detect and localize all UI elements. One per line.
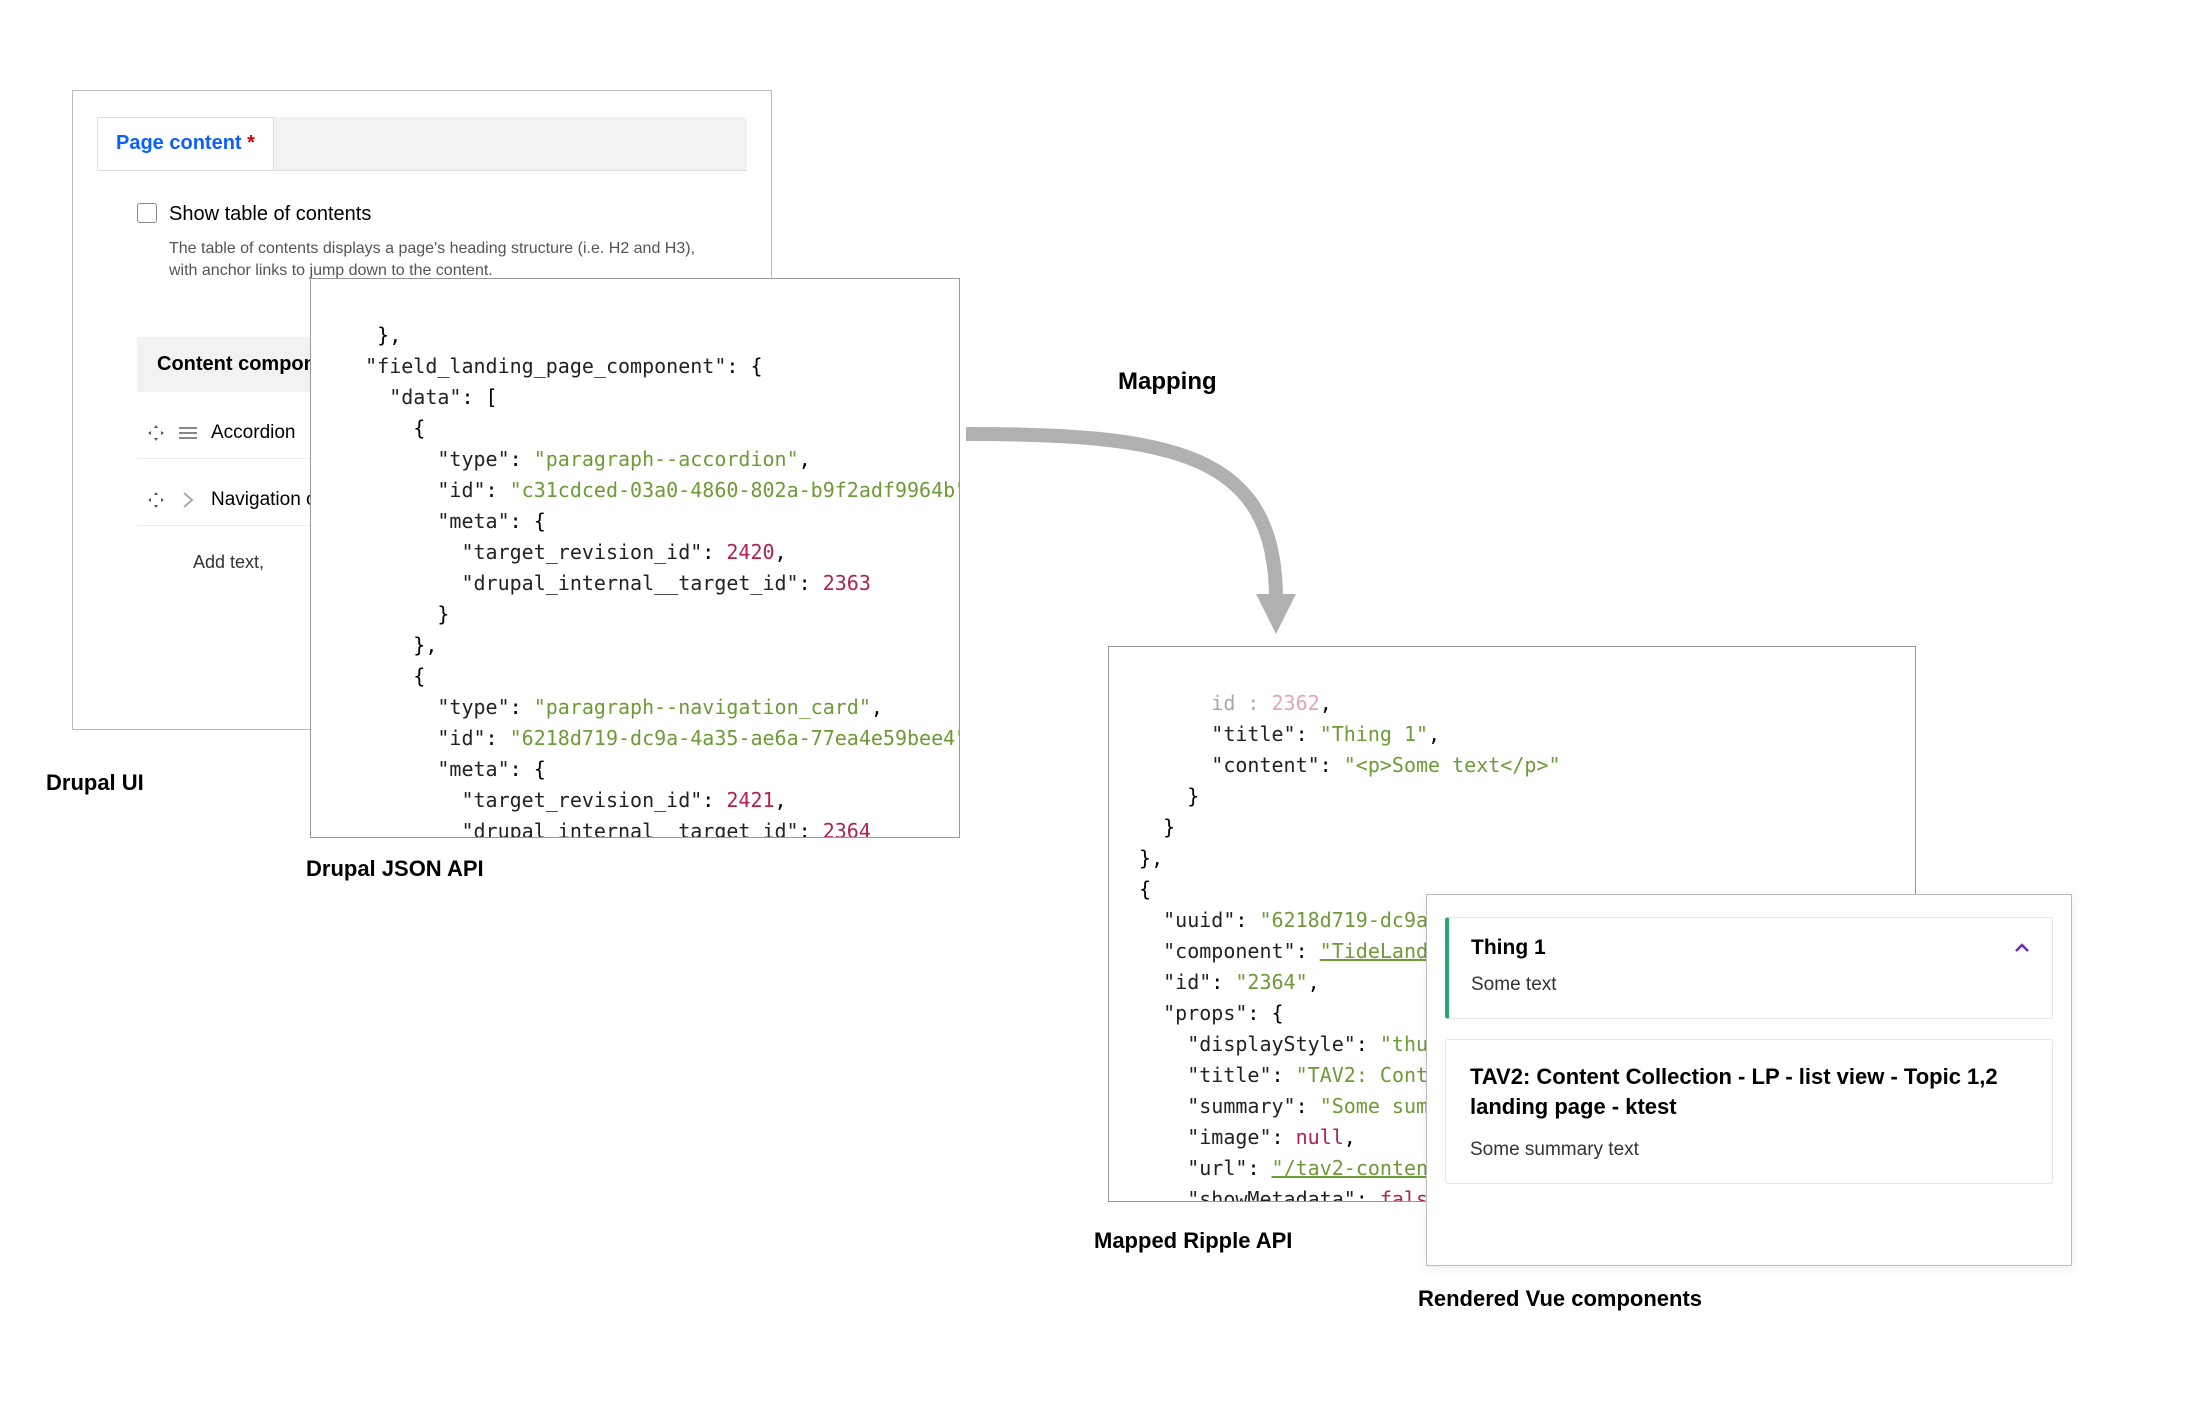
move-icon[interactable]: [147, 424, 165, 442]
nav-card-title: TAV2: Content Collection - LP - list vie…: [1470, 1062, 2028, 1121]
mapping-arrow: [956, 424, 1326, 654]
required-asterisk: *: [242, 132, 255, 154]
rendered-components-panel: Thing 1 Some text TAV2: Content Collecti…: [1426, 894, 2072, 1266]
accordion-header[interactable]: Thing 1: [1471, 936, 2030, 960]
json-api-label: Drupal JSON API: [306, 856, 484, 882]
move-icon[interactable]: [147, 491, 165, 509]
chevron-right-icon: [179, 491, 197, 509]
tab-label: Page content: [116, 132, 242, 154]
mapped-api-label: Mapped Ripple API: [1094, 1228, 1292, 1254]
tab-page-content[interactable]: Page content *: [97, 117, 274, 170]
drag-handle-icon[interactable]: [179, 424, 197, 442]
accordion-card[interactable]: Thing 1 Some text: [1445, 917, 2053, 1019]
navigation-card[interactable]: TAV2: Content Collection - LP - list vie…: [1445, 1039, 2053, 1184]
checkbox-row: Show table of contents: [137, 203, 707, 226]
mapping-label: Mapping: [1118, 368, 1217, 396]
tab-bar: Page content *: [97, 117, 747, 171]
toc-checkbox-label: Show table of contents: [169, 203, 371, 226]
accordion-title: Thing 1: [1471, 936, 1546, 960]
component-label: Navigation c: [211, 489, 316, 511]
component-label: Accordion: [211, 422, 296, 444]
drupal-json-api-panel: }, "field_landing_page_component": { "da…: [310, 278, 960, 838]
drupal-ui-label: Drupal UI: [46, 770, 144, 796]
accordion-body: Some text: [1471, 974, 2030, 996]
toc-help-text: The table of contents displays a page's …: [169, 238, 707, 281]
nav-card-summary: Some summary text: [1470, 1139, 2028, 1161]
json-code: }, "field_landing_page_component": { "da…: [329, 323, 960, 838]
toc-checkbox[interactable]: [137, 203, 157, 223]
rendered-label: Rendered Vue components: [1418, 1286, 1702, 1312]
chevron-up-icon: [2014, 938, 2030, 959]
